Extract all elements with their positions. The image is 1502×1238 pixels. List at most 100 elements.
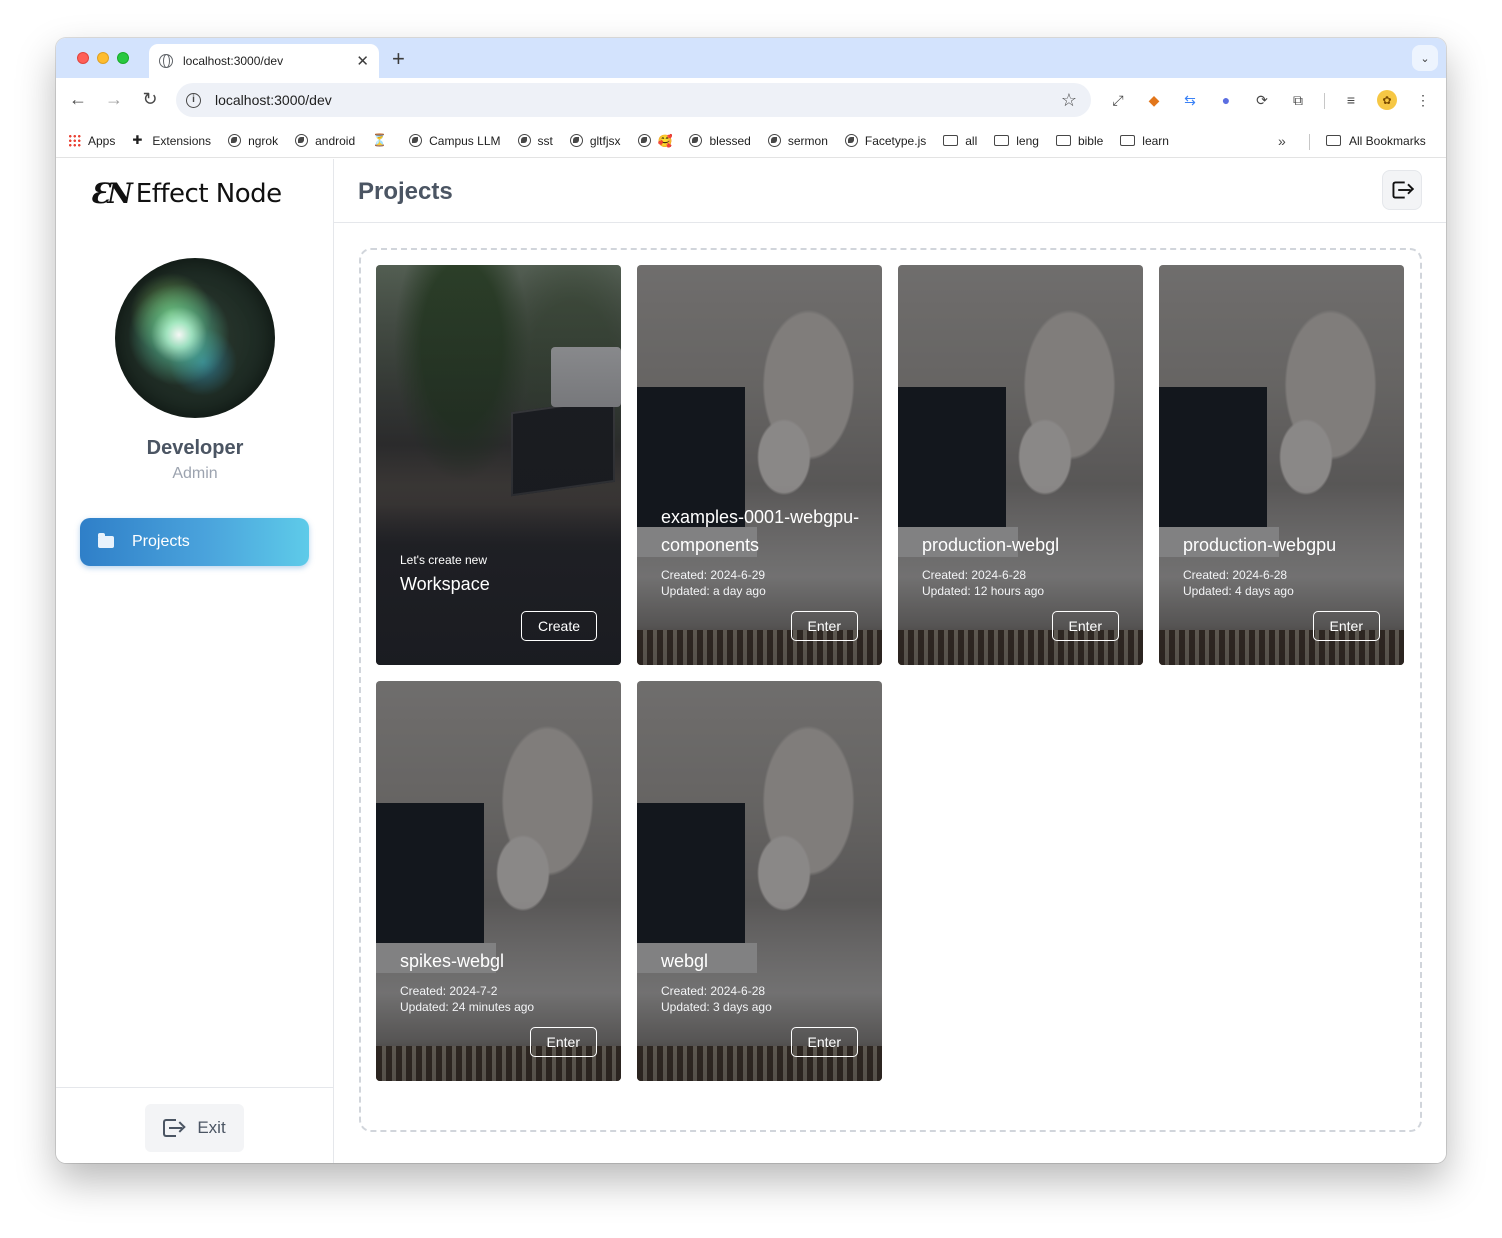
folder-icon (1326, 135, 1341, 146)
bookmark-extensions[interactable]: ✚ Extensions (132, 134, 211, 148)
globe-icon (767, 134, 781, 147)
project-name: spikes-webgl (400, 951, 505, 971)
globe-icon (689, 134, 703, 147)
enter-button[interactable]: Enter (790, 611, 858, 641)
flask-icon: ⏳ (372, 133, 388, 147)
extension-badge-icon[interactable]: ● (1216, 90, 1236, 110)
project-updated: Updated: 4 days ago (1183, 584, 1294, 598)
bookmark-emoji[interactable]: 🥰 (637, 134, 672, 148)
browser-tab[interactable]: localhost:3000/dev ✕ (149, 44, 379, 78)
user-avatar (115, 258, 275, 418)
tab-strip: localhost:3000/dev ✕ + ⌄ (56, 38, 1446, 78)
folder-open-icon (98, 533, 114, 548)
profile-avatar-icon[interactable]: ✿ (1377, 90, 1397, 110)
globe-icon (409, 134, 423, 147)
globe-icon (569, 134, 583, 147)
create-workspace-card[interactable]: Let's create new Workspace Create (376, 265, 621, 665)
exit-label: Exit (197, 1118, 226, 1137)
tab-close-icon[interactable]: ✕ (356, 52, 369, 70)
tab-favicon-globe-icon (159, 54, 173, 68)
project-created: Created: 2024-6-28 (661, 984, 766, 998)
new-tab-button[interactable]: + (392, 46, 405, 72)
header-logout-button[interactable] (1382, 170, 1422, 210)
address-bar[interactable]: i localhost:3000/dev ☆ (176, 83, 1091, 117)
sidebar-footer: Exit (56, 1087, 334, 1163)
bookmark-folder-bible[interactable]: bible (1055, 134, 1103, 148)
project-updated: Updated: 12 hours ago (922, 584, 1045, 598)
project-name: production-webgpu (1183, 535, 1337, 555)
folder-icon (1120, 135, 1136, 146)
bookmarks-bar: Apps ✚ Extensions ngrok android ⏳ Campus … (56, 124, 1446, 158)
extension-link-icon[interactable]: ⇆ (1180, 90, 1200, 110)
sidebar-item-label: Projects (132, 533, 190, 550)
bookmarks-divider (1309, 134, 1310, 150)
metamask-fox-icon[interactable]: ◆ (1144, 90, 1164, 110)
create-title: Workspace (400, 574, 490, 594)
bookmark-flask[interactable]: ⏳ (372, 134, 392, 147)
project-updated: Updated: 24 minutes ago (400, 1000, 535, 1014)
project-card[interactable]: webgl Created: 2024-6-28 Updated: 3 days… (637, 681, 882, 1081)
page-title: Projects (358, 178, 453, 205)
bookmark-android[interactable]: android (295, 134, 355, 148)
project-name: production-webgl (922, 535, 1060, 555)
bookmark-sermon[interactable]: sermon (767, 134, 828, 148)
browser-toolbar: ← → ↻ i localhost:3000/dev ☆ ⤢ ◆ ⇆ ● ⟳ ⧉… (56, 78, 1446, 124)
media-controls-icon[interactable]: ≡ (1341, 90, 1361, 110)
logout-icon (1392, 181, 1415, 200)
enter-button[interactable]: Enter (1312, 611, 1380, 641)
project-card[interactable]: production-webgpu Created: 2024-6-28 Upd… (1159, 265, 1404, 665)
address-url[interactable]: localhost:3000/dev (215, 92, 1061, 108)
minimize-window-button[interactable] (97, 52, 109, 64)
bookmark-sst[interactable]: sst (517, 134, 553, 148)
bookmark-gltfjsx[interactable]: gltfjsx (569, 134, 621, 148)
extension-sync-icon[interactable]: ⟳ (1252, 90, 1272, 110)
sidebar: ƐN Effect Node Developer Admin Projects … (56, 159, 334, 1163)
reload-icon[interactable]: ↻ (138, 89, 162, 110)
globe-icon (517, 134, 531, 147)
create-button[interactable]: Create (520, 611, 597, 641)
project-created: Created: 2024-6-28 (922, 568, 1027, 582)
bookmark-blessed[interactable]: blessed (689, 134, 751, 148)
project-card[interactable]: examples-0001-webgpu-components Created:… (637, 265, 882, 665)
folder-icon (943, 135, 959, 146)
enter-button[interactable]: Enter (1051, 611, 1119, 641)
user-name: Developer (146, 437, 244, 459)
browser-menu-icon[interactable]: ⋮ (1413, 90, 1433, 110)
exit-button[interactable]: Exit (145, 1104, 244, 1152)
site-info-icon[interactable]: i (186, 92, 201, 108)
bookmark-folder-leng[interactable]: leng (994, 134, 1039, 148)
user-role: Admin (172, 465, 218, 482)
project-card[interactable]: production-webgl Created: 2024-6-28 Upda… (898, 265, 1143, 665)
maximize-window-button[interactable] (117, 52, 129, 64)
effect-node-logo[interactable]: ƐN Effect Node (90, 177, 282, 210)
enter-button[interactable]: Enter (790, 1027, 858, 1057)
globe-icon (637, 134, 651, 147)
main-content: Projects Let's create new Workspace Crea… (334, 159, 1446, 1163)
bookmark-star-icon[interactable]: ☆ (1061, 90, 1077, 111)
project-updated: Updated: a day ago (661, 584, 766, 598)
project-card[interactable]: spikes-webgl Created: 2024-7-2 Updated: … (376, 681, 621, 1081)
toolbar-divider (1324, 93, 1325, 109)
forward-arrow-icon[interactable]: → (102, 89, 126, 110)
enter-button[interactable]: Enter (529, 1027, 597, 1057)
tab-search-chevron-icon[interactable]: ⌄ (1412, 45, 1438, 71)
back-arrow-icon[interactable]: ← (66, 89, 90, 110)
project-name: webgl (661, 951, 709, 971)
tab-title: localhost:3000/dev (183, 54, 284, 68)
bookmark-apps[interactable]: Apps (68, 134, 115, 148)
bookmark-folder-learn[interactable]: learn (1120, 134, 1169, 148)
close-window-button[interactable] (77, 52, 89, 64)
extensions-puzzle-icon[interactable]: ⧉ (1288, 90, 1308, 110)
more-bookmarks-chevron-icon[interactable]: » (1278, 133, 1286, 149)
sidebar-item-projects[interactable]: Projects (80, 518, 309, 566)
bookmark-facetype[interactable]: Facetype.js (844, 134, 926, 148)
globe-icon (295, 134, 309, 147)
bookmark-campus-llm[interactable]: Campus LLM (409, 134, 501, 148)
bookmark-folder-all[interactable]: all (943, 134, 977, 148)
project-updated: Updated: 3 days ago (661, 1000, 772, 1014)
project-created: Created: 2024-7-2 (400, 984, 498, 998)
bookmark-ngrok[interactable]: ngrok (228, 134, 278, 148)
fullscreen-arrows-icon[interactable]: ⤢ (1108, 90, 1128, 110)
all-bookmarks-folder[interactable]: All Bookmarks (1326, 134, 1426, 148)
puzzle-icon: ✚ (132, 133, 143, 147)
